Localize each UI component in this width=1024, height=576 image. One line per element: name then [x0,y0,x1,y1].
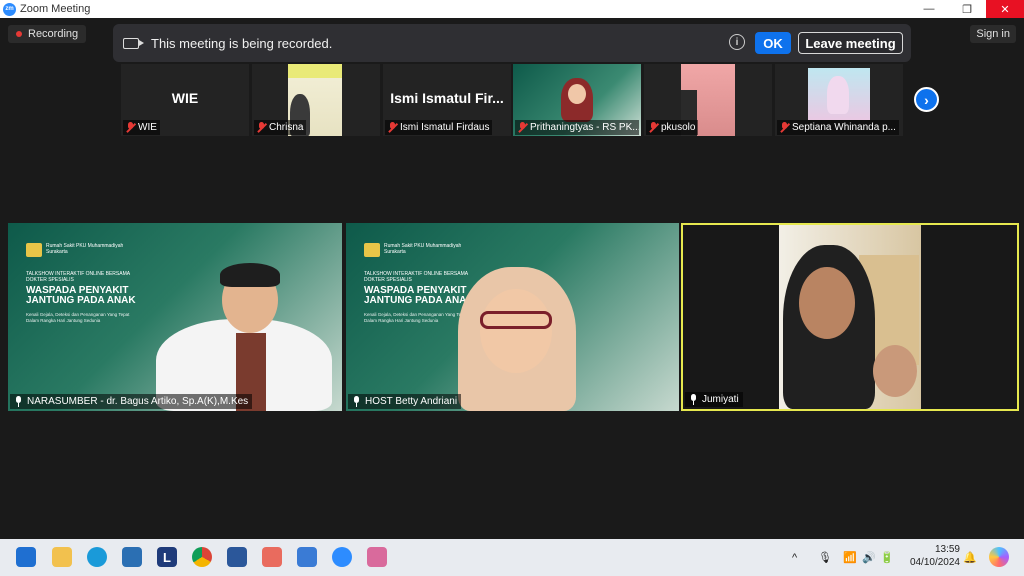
mic-icon [14,396,23,407]
word-icon[interactable] [227,547,247,567]
zoom-logo-icon: zm [3,2,16,16]
clock-date: 04/10/2024 [909,557,960,568]
poster-small-text: Kenali Gejala, Deteksi dan Penanganan Ya… [26,312,130,323]
microphone-icon[interactable]: 🎙 [818,539,832,576]
mic-muted-icon [649,122,658,133]
poster-headline: WASPADA PENYAKIT JANTUNG PADA ANAK [364,285,474,306]
participant-face [799,267,855,339]
participant-label: WIE [123,120,160,135]
tile-label: NARASUMBER - dr. Bagus Artiko, Sp.A(K),M… [10,394,253,409]
app-blue-icon[interactable] [297,547,317,567]
battery-icon[interactable]: 🔋 [880,539,894,576]
poster-subtitle: TALKSHOW INTERAKTIF ONLINE BERSAMA DOKTE… [364,271,468,283]
app-l-icon[interactable]: L [157,547,177,567]
recording-dot-icon [16,31,22,37]
mic-muted-icon [126,122,135,133]
window-controls: — ❐ ✕ [910,0,1024,18]
ok-button[interactable]: OK [755,32,791,54]
participant-thumbnail[interactable]: Ismi Ismatul Fir... Ismi Ismatul Firdaus [383,64,511,136]
notification-bell-icon[interactable]: 🔔 [963,539,977,576]
tile-label: Jumiyati [685,392,743,407]
minimize-icon[interactable]: — [910,0,948,18]
mic-icon [352,396,361,407]
sign-in-button[interactable]: Sign in [970,25,1016,43]
participant-figure [827,76,849,114]
title-bar: zm Zoom Meeting — ❐ ✕ [0,0,1024,18]
restore-icon[interactable]: ❐ [948,0,986,18]
mic-muted-icon [518,122,527,133]
edge-icon[interactable] [87,547,107,567]
hospital-logo-icon [364,243,380,257]
video-tile-active-speaker[interactable]: Jumiyati [681,223,1019,411]
window-title: Zoom Meeting [20,3,91,15]
banner-message: This meeting is being recorded. [151,35,333,51]
participant-label: pkusolo [646,120,699,135]
wifi-icon[interactable]: 📶 [843,539,857,576]
info-icon[interactable]: i [729,34,745,50]
tray-caret-icon[interactable]: ^ [792,539,797,576]
participant-name-placeholder: Ismi Ismatul Fir... [390,90,504,106]
recording-label: Recording [28,28,79,40]
chrome-icon[interactable] [192,547,212,567]
mic-muted-icon [388,122,397,133]
video-camera-icon [123,37,144,49]
snipping-tool-icon[interactable] [367,547,387,567]
file-explorer-icon[interactable] [52,547,72,567]
store-icon[interactable] [122,547,142,567]
app-active-icon[interactable] [262,547,282,567]
participant-video-accent [288,64,342,78]
participant-label: Chrisna [254,120,307,135]
talkshow-poster: Rumah Sakit PKU Muhammadiyah Surakarta T… [364,243,474,324]
participant-avatar-face [568,84,586,104]
windows-taskbar: L ^ 🎙 📶 🔊 🔋 13:59 04/10/2024 🔔 [0,539,1024,576]
close-icon[interactable]: ✕ [986,0,1024,18]
taskbar-clock[interactable]: 13:59 04/10/2024 [906,543,960,569]
poster-subtitle: TALKSHOW INTERAKTIF ONLINE BERSAMA DOKTE… [26,271,130,283]
leave-meeting-button[interactable]: Leave meeting [798,32,903,54]
poster-headline: WASPADA PENYAKIT JANTUNG PADA ANAK [26,285,136,306]
copilot-icon[interactable] [989,547,1009,567]
participant-label: Ismi Ismatul Firdaus [385,120,493,135]
participant-label: Septiana Whinanda p... [777,120,899,135]
zoom-taskbar-icon[interactable] [332,547,352,567]
participant-label: Prithaningtyas - RS PK... [515,120,639,135]
hospital-logo-icon [26,243,42,257]
participant-name-placeholder: WIE [171,90,199,106]
talkshow-poster: Rumah Sakit PKU Muhammadiyah Surakarta T… [26,243,136,324]
mic-muted-icon [780,122,789,133]
tile-label: HOST Betty Andriani [348,394,462,409]
recording-consent-banner: This meeting is being recorded. i OK Lea… [113,24,911,62]
zoom-window: zm Zoom Meeting — ❐ ✕ Recording Sign in … [0,0,1024,576]
participant-thumbnail[interactable]: WIE WIE [121,64,249,136]
mic-icon [689,394,698,405]
recording-indicator[interactable]: Recording [8,25,87,43]
participant-thumbnail[interactable]: pkusolo [644,64,772,136]
participant-thumbnail[interactable]: Septiana Whinanda p... [775,64,903,136]
mic-muted-icon [257,122,266,133]
volume-icon[interactable]: 🔊 [862,539,876,576]
child-face [873,345,917,397]
participant-thumbnail[interactable]: Prithaningtyas - RS PK... [513,64,641,136]
poster-brand: Rumah Sakit PKU Muhammadiyah Surakarta [46,243,124,255]
video-tile-speaker[interactable]: Rumah Sakit PKU Muhammadiyah Surakarta T… [8,223,342,411]
host-face [480,289,552,373]
participant-thumbnail[interactable]: Chrisna [252,64,380,136]
host-glasses-icon [480,311,552,329]
next-page-button[interactable]: › [914,87,939,112]
video-tile-host[interactable]: Rumah Sakit PKU Muhammadiyah Surakarta T… [346,223,679,411]
start-icon[interactable] [16,547,36,567]
clock-time: 13:59 [934,544,960,555]
poster-brand: Rumah Sakit PKU Muhammadiyah Surakarta [384,243,462,255]
speaker-hair [220,263,280,287]
